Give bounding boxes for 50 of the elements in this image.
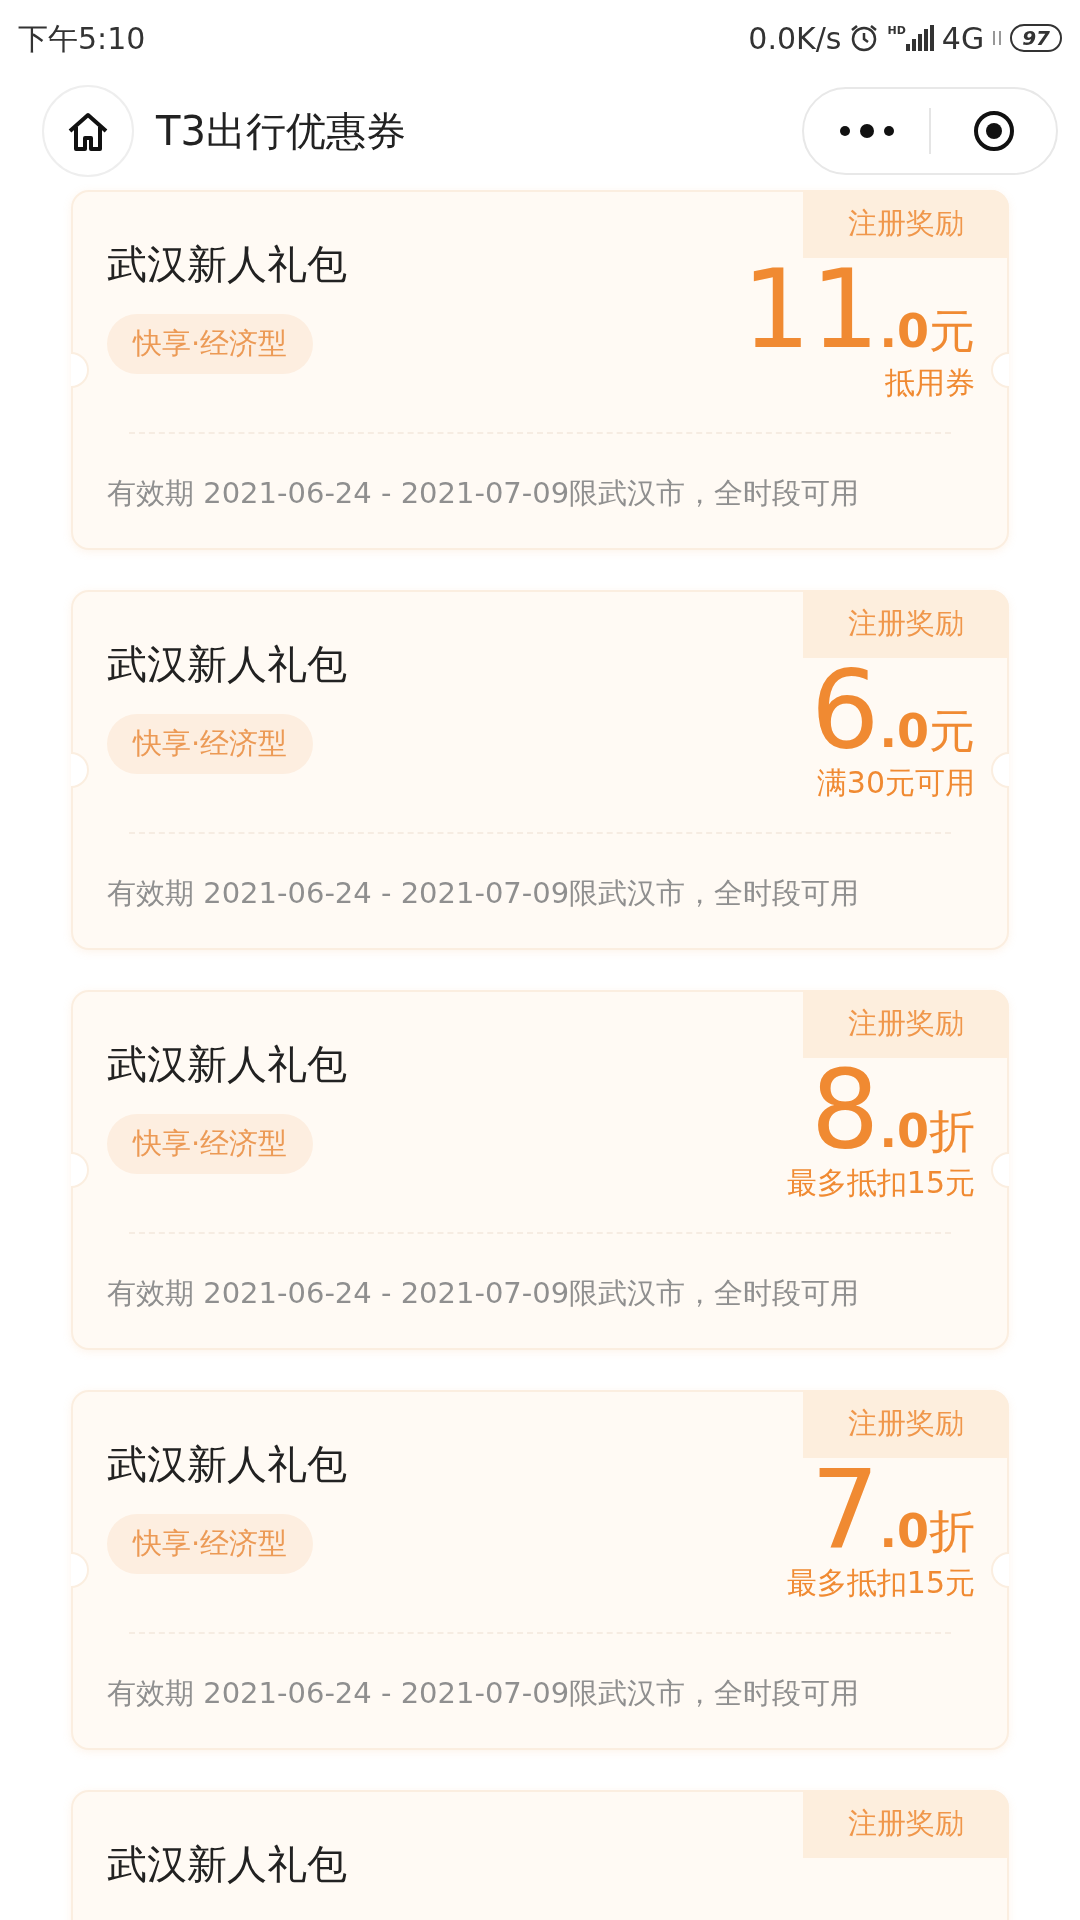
coupon-amount: 7.0折 bbox=[810, 1456, 975, 1566]
reward-tag: 注册奖励 bbox=[803, 190, 1009, 258]
coupon-title: 武汉新人礼包 bbox=[107, 1440, 347, 1489]
reward-tag: 注册奖励 bbox=[803, 1790, 1009, 1858]
coupon-amount: 6.0元 bbox=[810, 656, 975, 766]
ticket-notch bbox=[71, 352, 89, 388]
coupon-amount: 11.0元 bbox=[742, 256, 975, 366]
amount-condition: 最多抵扣15元 bbox=[786, 1166, 975, 1199]
car-type-tag: 快享·经济型 bbox=[107, 714, 314, 774]
validity-text: 有效期 2021-06-24 - 2021-07-09限武汉市，全时段可用 bbox=[107, 875, 860, 912]
ticket-notch bbox=[991, 1152, 1009, 1188]
reward-tag: 注册奖励 bbox=[803, 990, 1009, 1058]
coupon-title: 武汉新人礼包 bbox=[107, 640, 347, 689]
coupon-title: 武汉新人礼包 bbox=[107, 1840, 347, 1889]
reward-tag: 注册奖励 bbox=[803, 590, 1009, 658]
amount-condition: 最多抵扣15元 bbox=[786, 1566, 975, 1599]
ticket-notch bbox=[991, 1552, 1009, 1588]
car-type-tag: 快享·经济型 bbox=[107, 1514, 314, 1574]
ticket-notch bbox=[991, 752, 1009, 788]
coupon-title: 武汉新人礼包 bbox=[107, 240, 347, 289]
coupon-title: 武汉新人礼包 bbox=[107, 1040, 347, 1089]
ticket-notch bbox=[71, 1552, 89, 1588]
coupon-card[interactable]: 注册奖励 武汉新人礼包 快享·经济型 11.0元 抵用券 有效期 2021-06-24 - 2021-07-09限武汉市，全时段可用 bbox=[71, 190, 1009, 550]
ticket-notch bbox=[991, 352, 1009, 388]
home-icon bbox=[66, 111, 110, 151]
hd-label: HD bbox=[887, 25, 906, 36]
page-title: T3出行优惠券 bbox=[156, 107, 406, 156]
coupon-card[interactable]: 注册奖励 武汉新人礼包 快享·经济型 6.0元 满30元可用 有效期 2021-06-24 - 2021-07-09限武汉市，全时段可用 bbox=[71, 590, 1009, 950]
coupon-card[interactable]: 注册奖励 武汉新人礼包 快享·经济型 8.0折 最多抵扣15元 有效期 2021-06-24 - 2021-07-09限武汉市，全时段可用 bbox=[71, 990, 1009, 1350]
car-type-tag: 快享·经济型 bbox=[107, 314, 314, 374]
data-arrows-icon bbox=[992, 31, 1003, 45]
battery-level: 97 bbox=[1010, 24, 1062, 52]
validity-text: 有效期 2021-06-24 - 2021-07-09限武汉市，全时段可用 bbox=[107, 1675, 860, 1712]
amount-condition: 抵用券 bbox=[884, 366, 975, 399]
amount-condition: 满30元可用 bbox=[815, 766, 975, 799]
coupon-amount: 8.0折 bbox=[810, 1056, 975, 1166]
reward-tag: 注册奖励 bbox=[803, 1390, 1009, 1458]
network-speed: 0.0K/s bbox=[748, 19, 842, 58]
ticket-notch bbox=[71, 1152, 89, 1188]
status-time: 下午5:10 bbox=[18, 19, 146, 58]
more-icon bbox=[838, 124, 895, 138]
target-icon bbox=[971, 109, 1016, 153]
coupon-card[interactable]: 注册奖励 武汉新人礼包 快享·经济型 7.0折 最多抵扣15元 有效期 2021-06-24 - 2021-07-09限武汉市，全时段可用 bbox=[71, 1390, 1009, 1750]
validity-text: 有效期 2021-06-24 - 2021-07-09限武汉市，全时段可用 bbox=[107, 1275, 860, 1312]
network-type: 4G bbox=[941, 19, 985, 58]
signal-icon bbox=[905, 25, 934, 51]
coupon-card[interactable]: 注册奖励 武汉新人礼包 bbox=[71, 1790, 1009, 1920]
car-type-tag: 快享·经济型 bbox=[107, 1114, 314, 1174]
ticket-notch bbox=[71, 752, 89, 788]
validity-text: 有效期 2021-06-24 - 2021-07-09限武汉市，全时段可用 bbox=[107, 475, 860, 512]
